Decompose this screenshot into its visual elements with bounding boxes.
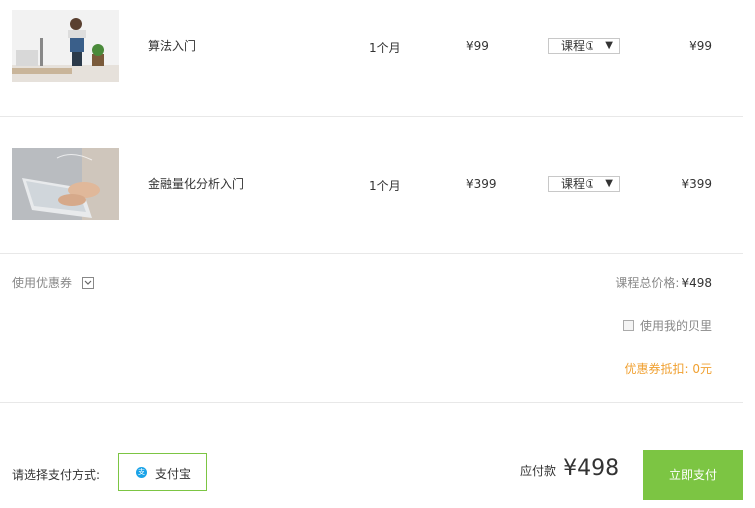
use-beili-option[interactable]: 使用我的贝里 bbox=[622, 317, 712, 334]
course-type-value: 课程① bbox=[561, 177, 593, 191]
use-beili-checkbox[interactable] bbox=[622, 320, 634, 331]
row-divider bbox=[0, 253, 743, 254]
alipay-option[interactable]: 支 支付宝 bbox=[118, 453, 207, 491]
payment-method-prompt: 请选择支付方式: bbox=[12, 468, 101, 482]
dropdown-arrow-icon: ▼ bbox=[605, 178, 613, 189]
coupon-toggle[interactable]: 使用优惠券 bbox=[12, 274, 94, 291]
amount-due: 应付款 ¥498 bbox=[520, 456, 619, 481]
course-duration: 1个月 bbox=[369, 41, 401, 55]
course-subtotal: ¥399 bbox=[681, 177, 712, 191]
course-type-select[interactable]: 课程① ▼ bbox=[548, 176, 620, 192]
course-price: ¥99 bbox=[466, 39, 489, 53]
coupon-label: 使用优惠券 bbox=[12, 276, 73, 290]
amount-due-value: ¥498 bbox=[563, 456, 620, 481]
dropdown-arrow-icon: ▼ bbox=[605, 40, 613, 51]
course-duration: 1个月 bbox=[369, 179, 401, 193]
pay-now-button[interactable]: 立即支付 bbox=[643, 450, 743, 500]
course-thumbnail bbox=[12, 10, 119, 82]
alipay-label: 支付宝 bbox=[155, 467, 192, 481]
course-type-select[interactable]: 课程① ▼ bbox=[548, 38, 620, 54]
cart-item-row: 金融量化分析入门 1个月 ¥399 课程① ▼ ¥399 bbox=[0, 117, 743, 253]
total-price-value: ¥498 bbox=[681, 276, 712, 290]
section-divider bbox=[0, 402, 743, 403]
course-name: 算法入门 bbox=[148, 39, 197, 53]
total-price-label: 课程总价格: bbox=[615, 276, 680, 290]
use-beili-label: 使用我的贝里 bbox=[639, 319, 712, 333]
course-price: ¥399 bbox=[466, 177, 497, 191]
total-price: 课程总价格: ¥498 bbox=[615, 274, 712, 291]
course-type-value: 课程① bbox=[561, 39, 593, 53]
course-subtotal: ¥99 bbox=[689, 39, 712, 53]
alipay-icon: 支 bbox=[136, 467, 147, 478]
course-name: 金融量化分析入门 bbox=[148, 177, 245, 191]
cart-item-row: 算法入门 1个月 ¥99 课程① ▼ ¥99 bbox=[0, 0, 743, 116]
course-thumbnail bbox=[12, 148, 119, 220]
amount-due-label: 应付款 bbox=[520, 464, 557, 478]
chevron-down-icon bbox=[81, 277, 94, 289]
coupon-discount: 优惠券抵扣: 0元 bbox=[624, 362, 713, 376]
